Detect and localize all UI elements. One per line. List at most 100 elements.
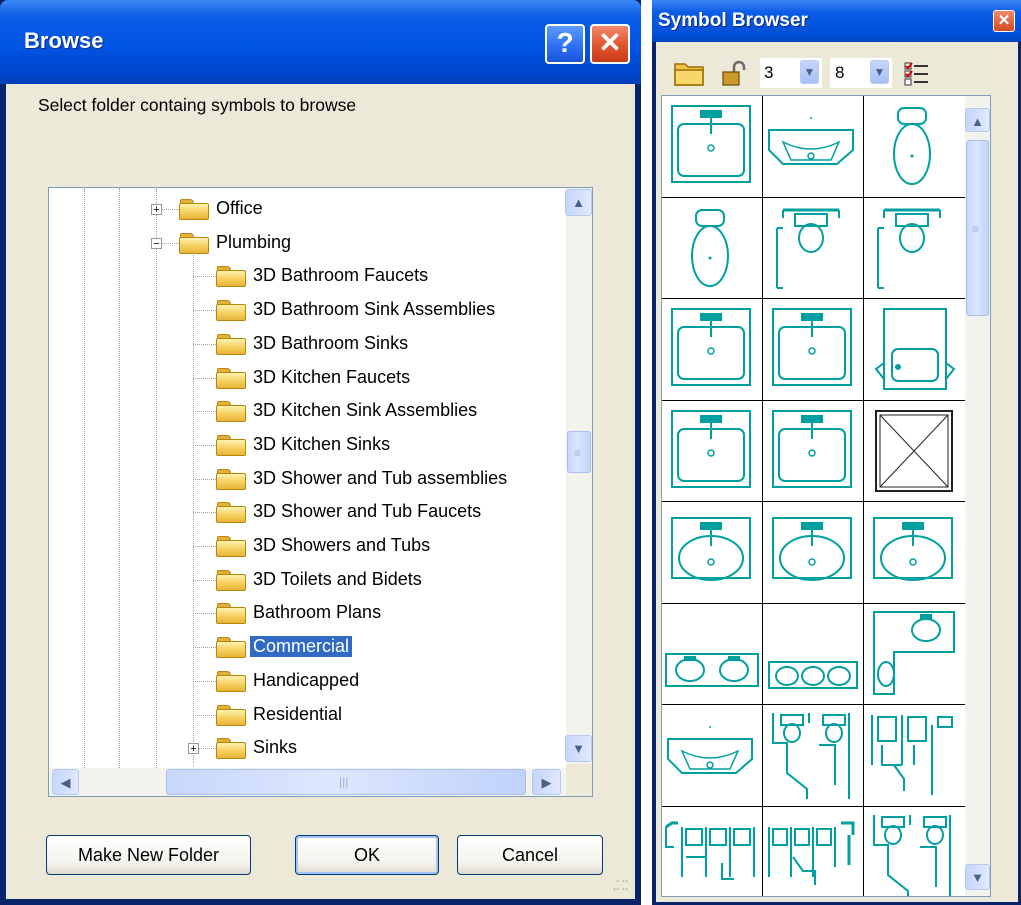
tree-node[interactable]: 3D Bathroom Sinks	[49, 330, 559, 360]
folder-icon	[216, 569, 246, 591]
expand-icon[interactable]: +	[188, 743, 199, 755]
symbol-cell[interactable]	[864, 400, 966, 502]
tree-node-label[interactable]: 3D Bathroom Sink Assemblies	[250, 299, 498, 320]
symbol-vertical-scrollbar[interactable]: ▲ ≡ ▼	[965, 96, 990, 896]
folder-icon	[216, 502, 246, 524]
tree-node[interactable]: 3D Kitchen Faucets	[49, 364, 559, 394]
lock-icon[interactable]	[720, 60, 750, 93]
symbol-scroll-thumb[interactable]: ≡	[966, 140, 989, 316]
symbol-cell[interactable]	[662, 603, 763, 705]
tree-node-label[interactable]: 3D Kitchen Faucets	[250, 367, 413, 388]
symbol-cell[interactable]	[763, 96, 864, 198]
symbol-cell[interactable]	[864, 603, 966, 705]
bathroom-sink-plan-symbol	[671, 409, 751, 488]
symbol-cell[interactable]	[662, 502, 763, 604]
tree-node[interactable]: 3D Bathroom Sink Assemblies	[49, 296, 559, 326]
symbol-cell[interactable]	[763, 806, 864, 896]
cancel-button[interactable]: Cancel	[457, 835, 603, 875]
symbol-grid[interactable]: ▲ ≡ ▼	[661, 95, 991, 897]
tree-node-label[interactable]: Commercial	[250, 636, 353, 658]
folder-icon	[179, 199, 209, 220]
symbol-cell[interactable]	[662, 705, 763, 807]
tree-node-label[interactable]: Office	[213, 198, 266, 219]
scroll-down-arrow-icon[interactable]: ▼	[565, 735, 592, 762]
symbol-cell[interactable]	[662, 96, 763, 198]
symbol-cell[interactable]	[763, 603, 864, 705]
tree-node[interactable]: 3D Shower and Tub Faucets	[49, 498, 559, 528]
help-button[interactable]: ?	[545, 24, 585, 64]
options-list-icon[interactable]	[903, 60, 931, 93]
columns-dropdown-arrow-icon[interactable]: ▼	[800, 60, 819, 84]
scroll-right-arrow-icon[interactable]: ▶	[532, 769, 561, 795]
make-new-folder-button[interactable]: Make New Folder	[46, 835, 251, 875]
symbol-cell[interactable]	[662, 400, 763, 502]
tree-node[interactable]: + Sinks	[49, 734, 559, 764]
tree-node-label[interactable]: 3D Bathroom Faucets	[250, 265, 431, 286]
tree-node[interactable]: Residential	[49, 701, 559, 731]
tree-node-label[interactable]: 3D Shower and Tub assemblies	[250, 468, 510, 489]
tree-node-label[interactable]: 3D Kitchen Sinks	[250, 434, 393, 455]
symbol-cell[interactable]	[662, 806, 763, 896]
scroll-left-arrow-icon[interactable]: ◀	[52, 769, 79, 795]
symbol-cell[interactable]	[864, 806, 966, 896]
symbol-cell[interactable]	[662, 197, 763, 299]
tree-connector	[193, 647, 216, 649]
toilet-stall-row-symbol	[768, 821, 855, 885]
symbol-cell[interactable]	[864, 197, 966, 299]
tree-node[interactable]: Handicapped	[49, 667, 559, 697]
symbol-browser-close-button[interactable]: ✕	[993, 10, 1015, 32]
symbol-cell[interactable]	[763, 705, 864, 807]
tree-node-label[interactable]: Sinks	[250, 737, 300, 758]
symbol-cell[interactable]	[763, 400, 864, 502]
symbol-cell[interactable]	[864, 705, 966, 807]
tree-node[interactable]: Commercial	[49, 633, 559, 663]
tree-node[interactable]: 3D Shower and Tub assemblies	[49, 465, 559, 495]
expand-icon[interactable]: +	[151, 204, 162, 216]
symbol-browser-title-bar[interactable]: Symbol Browser ✕	[652, 0, 1021, 42]
tree-node-label[interactable]: 3D Kitchen Sink Assemblies	[250, 400, 480, 421]
tree-node[interactable]: 3D Toilets and Bidets	[49, 566, 559, 596]
tree-node-label[interactable]: 3D Shower and Tub Faucets	[250, 501, 484, 522]
tree-node[interactable]: − Plumbing	[49, 229, 559, 259]
tree-node[interactable]: + Office	[49, 195, 559, 225]
scroll-up-arrow-icon[interactable]: ▲	[965, 108, 990, 132]
symbol-browser-title: Symbol Browser	[658, 10, 808, 31]
tree-vertical-scrollbar[interactable]: ▲ ≡ ▼	[565, 188, 592, 764]
scroll-down-arrow-icon[interactable]: ▼	[965, 864, 990, 890]
urinal-stall-row-symbol	[665, 821, 755, 880]
wall-sink-plan-symbol	[768, 117, 854, 165]
collapse-icon[interactable]: −	[151, 237, 162, 249]
tree-node-label[interactable]: 3D Bathroom Sinks	[250, 333, 411, 354]
browse-title-bar[interactable]: Browse ? ✕	[0, 0, 641, 84]
tree-node[interactable]: Bathroom Plans	[49, 599, 559, 629]
tree-node-label[interactable]: Plumbing	[213, 232, 294, 253]
symbol-cell[interactable]	[864, 299, 966, 401]
symbol-cell[interactable]	[864, 96, 966, 198]
tree-node-label[interactable]: Bathroom Plans	[250, 602, 384, 623]
tree-horizontal-scrollbar[interactable]: ◀ ||| ▶	[49, 768, 566, 796]
browse-dialog-title: Browse	[24, 28, 104, 53]
horizontal-scroll-thumb[interactable]: |||	[166, 769, 526, 795]
tree-node[interactable]: 3D Kitchen Sink Assemblies	[49, 397, 559, 427]
tree-node-label[interactable]: 3D Showers and Tubs	[250, 535, 433, 556]
tree-node[interactable]: 3D Showers and Tubs	[49, 532, 559, 562]
folder-tree[interactable]: + Office − Plumbing 3D Bathroom Faucets 3D Ba…	[48, 187, 593, 797]
tree-node-label[interactable]: Residential	[250, 704, 345, 725]
rows-dropdown-arrow-icon[interactable]: ▼	[870, 60, 889, 84]
symbol-cell[interactable]	[864, 502, 966, 604]
tree-node-label[interactable]: 3D Toilets and Bidets	[250, 569, 425, 590]
close-button[interactable]: ✕	[590, 24, 630, 64]
vertical-scroll-thumb[interactable]: ≡	[567, 431, 591, 473]
tree-connector	[193, 276, 216, 278]
tree-node[interactable]: 3D Bathroom Faucets	[49, 262, 559, 292]
symbol-cell[interactable]	[763, 299, 864, 401]
resize-grip-icon[interactable]: ⠠⠤ ⠤⠤	[612, 875, 630, 894]
symbol-cell[interactable]	[763, 502, 864, 604]
symbol-cell[interactable]	[763, 197, 864, 299]
tree-node[interactable]: 3D Kitchen Sinks	[49, 431, 559, 461]
tree-node-label[interactable]: Handicapped	[250, 670, 362, 691]
symbol-cell[interactable]	[662, 299, 763, 401]
open-folder-icon[interactable]	[673, 58, 707, 93]
scroll-up-arrow-icon[interactable]: ▲	[565, 189, 592, 216]
ok-button[interactable]: OK	[295, 835, 439, 875]
